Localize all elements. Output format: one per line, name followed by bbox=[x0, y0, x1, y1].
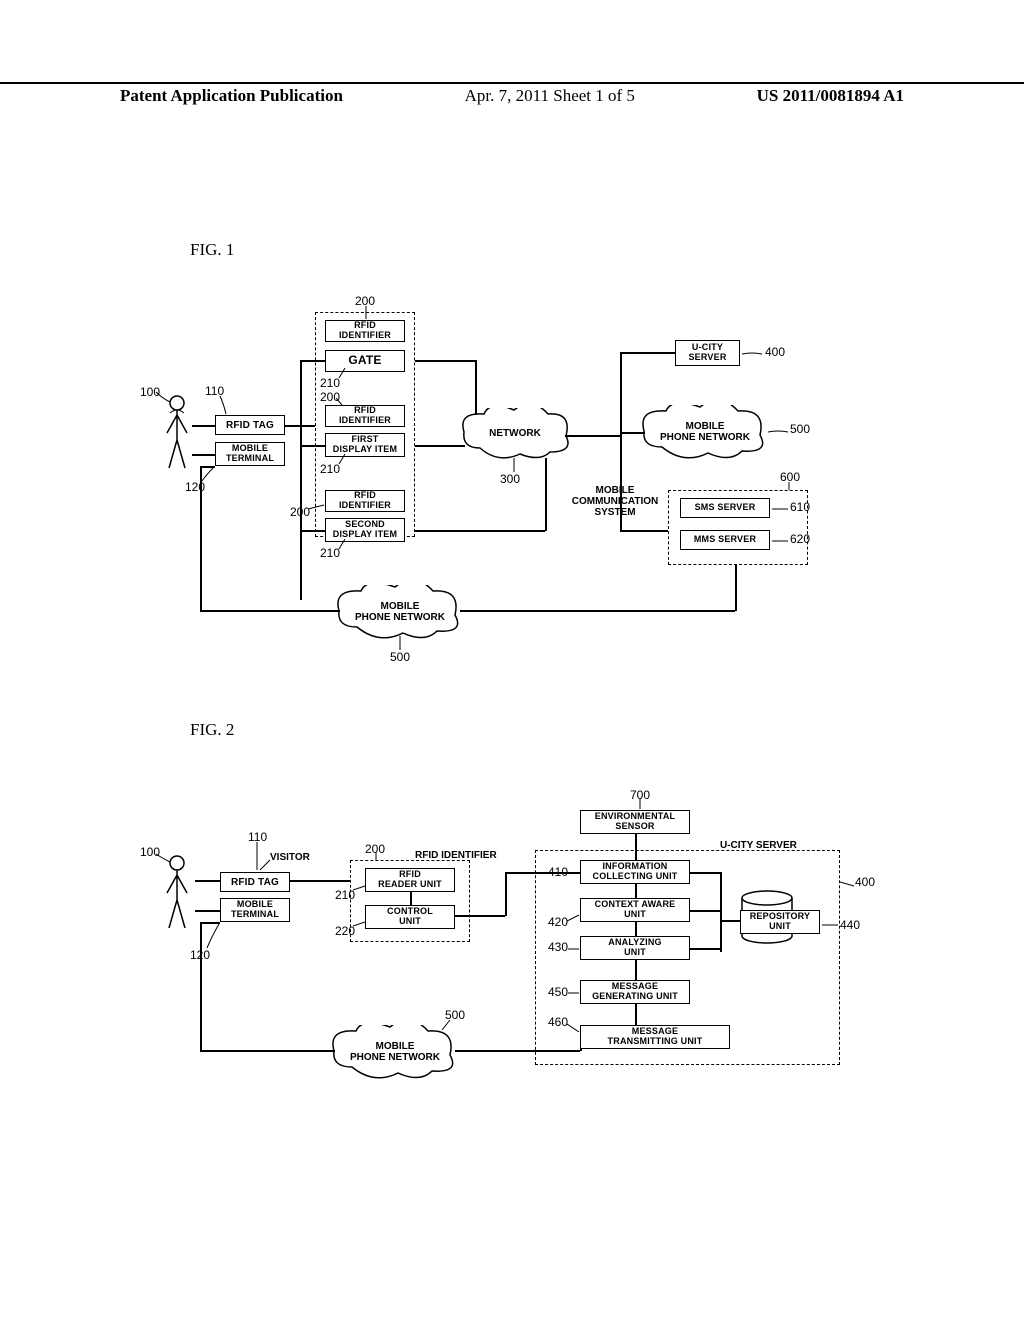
cloud-mobile-net-right-label: MOBILE PHONE NETWORK bbox=[640, 421, 770, 443]
box-msg-trans: MESSAGE TRANSMITTING UNIT bbox=[580, 1025, 730, 1049]
header-center: Apr. 7, 2011 Sheet 1 of 5 bbox=[465, 86, 635, 106]
ref-300: 300 bbox=[500, 472, 520, 486]
ref-440: 440 bbox=[840, 918, 860, 932]
ref-450: 450 bbox=[548, 985, 568, 999]
fig2-label: FIG. 2 bbox=[190, 720, 234, 740]
box-sms-server: SMS SERVER bbox=[680, 498, 770, 518]
ref-420: 420 bbox=[548, 915, 568, 929]
ref-620: 620 bbox=[790, 532, 810, 546]
cloud-mobile-net-bottom: MOBILE PHONE NETWORK bbox=[335, 585, 465, 640]
fig1-label: FIG. 1 bbox=[190, 240, 234, 260]
header-right: US 2011/0081894 A1 bbox=[757, 86, 904, 106]
person-icon bbox=[160, 855, 194, 938]
ref-610: 610 bbox=[790, 500, 810, 514]
ref-430: 430 bbox=[548, 940, 568, 954]
cloud-mobile-net-bottom-label: MOBILE PHONE NETWORK bbox=[335, 601, 465, 623]
ref-500b: 500 bbox=[390, 650, 410, 664]
box-info-collecting: INFORMATION COLLECTING UNIT bbox=[580, 860, 690, 884]
box-analyzing: ANALYZING UNIT bbox=[580, 936, 690, 960]
box-control-unit: CONTROL UNIT bbox=[365, 905, 455, 929]
ref-500a: 500 bbox=[790, 422, 810, 436]
page: Patent Application Publication Apr. 7, 2… bbox=[0, 0, 1024, 1320]
box-mobile-terminal: MOBILE TERMINAL bbox=[220, 898, 290, 922]
box-repository: REPOSITORY UNIT bbox=[740, 910, 820, 934]
label-visitor: VISITOR bbox=[270, 852, 310, 863]
box-context-aware: CONTEXT AWARE UNIT bbox=[580, 898, 690, 922]
box-rfid-tag: RFID TAG bbox=[220, 872, 290, 892]
box-rfid-tag: RFID TAG bbox=[215, 415, 285, 435]
box-msg-gen: MESSAGE GENERATING UNIT bbox=[580, 980, 690, 1004]
header-left: Patent Application Publication bbox=[120, 86, 343, 106]
label-rfid-identifier: RFID IDENTIFIER bbox=[415, 850, 497, 861]
cloud-mobile-net-right: MOBILE PHONE NETWORK bbox=[640, 405, 770, 460]
ref-400: 400 bbox=[765, 345, 785, 359]
ref-460: 460 bbox=[548, 1015, 568, 1029]
ref-400: 400 bbox=[855, 875, 875, 889]
box-mms-server: MMS SERVER bbox=[680, 530, 770, 550]
box-mobile-terminal: MOBILE TERMINAL bbox=[215, 442, 285, 466]
box-ucity-server: U-CITY SERVER bbox=[675, 340, 740, 366]
box-rfid-id-bot: RFID IDENTIFIER bbox=[325, 490, 405, 512]
box-rfid-id-top: RFID IDENTIFIER bbox=[325, 320, 405, 342]
cloud-mobile-net: MOBILE PHONE NETWORK bbox=[330, 1025, 460, 1080]
box-rfid-reader: RFID READER UNIT bbox=[365, 868, 455, 892]
fig1-diagram: 100 RFID TAG MOBILE TERMINAL 110 120 RFI… bbox=[140, 290, 900, 690]
page-header: Patent Application Publication Apr. 7, 2… bbox=[0, 82, 1024, 106]
cloud-mobile-net-label: MOBILE PHONE NETWORK bbox=[330, 1041, 460, 1063]
cloud-network-label: NETWORK bbox=[460, 428, 570, 439]
cloud-network: NETWORK bbox=[460, 408, 570, 463]
label-ucity-server: U-CITY SERVER bbox=[720, 840, 797, 851]
person-icon bbox=[160, 395, 194, 478]
box-rfid-id-mid: RFID IDENTIFIER bbox=[325, 405, 405, 427]
box-env-sensor: ENVIRONMENTAL SENSOR bbox=[580, 810, 690, 834]
label-mobile-comm: MOBILE COMMUNICATION SYSTEM bbox=[560, 485, 670, 518]
fig2-diagram: 100 RFID TAG MOBILE TERMINAL 110 120 VIS… bbox=[140, 780, 900, 1180]
